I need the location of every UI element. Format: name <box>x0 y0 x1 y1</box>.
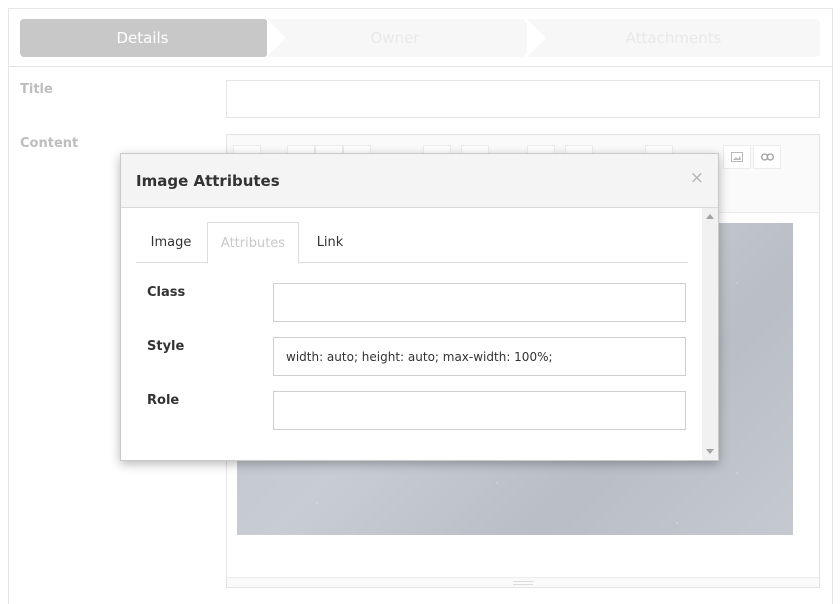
image-icon[interactable] <box>723 145 751 169</box>
wizard-steps: Details Owner Attachments <box>9 9 832 67</box>
step-details-label: Details <box>116 29 169 47</box>
step-attachments-label: Attachments <box>625 29 722 47</box>
title-input[interactable] <box>226 80 820 118</box>
editor-resize-handle[interactable] <box>227 577 819 587</box>
step-attachments[interactable]: Attachments <box>527 19 820 57</box>
step-owner[interactable]: Owner <box>267 19 542 57</box>
image-attributes-dialog: Image Attributes × Image Attributes Link… <box>120 153 719 461</box>
step-owner-label: Owner <box>370 29 420 47</box>
role-label: Role <box>147 393 180 408</box>
scroll-up-icon[interactable] <box>706 214 714 219</box>
tab-link[interactable]: Link <box>299 222 361 263</box>
dialog-body: Image Attributes Link Class Style Role <box>121 208 704 460</box>
tab-link-label: Link <box>316 235 344 250</box>
dialog-title: Image Attributes <box>136 172 280 190</box>
class-label: Class <box>147 285 186 300</box>
dialog-header: Image Attributes × <box>121 154 718 208</box>
image-icon-svg <box>731 152 743 162</box>
content-label: Content <box>20 136 79 151</box>
title-label: Title <box>20 82 53 97</box>
style-input[interactable] <box>273 337 686 376</box>
resize-grip-icon <box>513 581 533 585</box>
dialog-tabs: Image Attributes Link <box>136 222 688 264</box>
close-icon[interactable]: × <box>690 168 704 188</box>
tab-image[interactable]: Image <box>136 222 206 263</box>
style-label: Style <box>147 339 185 354</box>
role-input[interactable] <box>273 391 686 430</box>
tab-attributes[interactable]: Attributes <box>207 222 299 264</box>
tab-attributes-label: Attributes <box>220 235 286 251</box>
scroll-down-icon[interactable] <box>706 449 714 454</box>
link-icon-svg <box>760 153 774 161</box>
link-icon[interactable] <box>753 145 781 169</box>
dialog-scrollbar[interactable] <box>702 208 718 460</box>
tab-image-label: Image <box>150 235 192 250</box>
class-input[interactable] <box>273 283 686 322</box>
step-details[interactable]: Details <box>20 19 284 57</box>
